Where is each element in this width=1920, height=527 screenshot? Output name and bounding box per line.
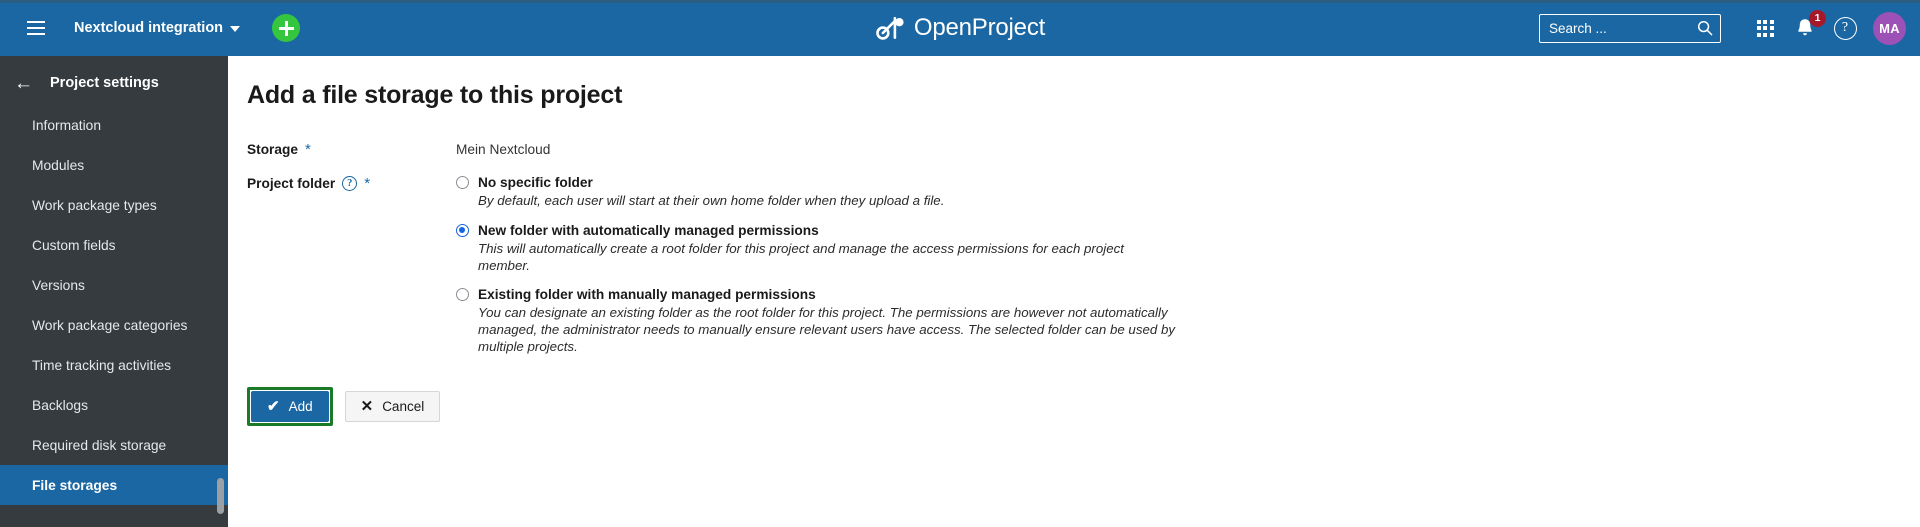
header-left-group: Nextcloud integration <box>0 0 301 56</box>
sidebar-menu: Information Modules Work package types Cust… <box>0 105 228 505</box>
top-header: Nextcloud integration OpenProject Search… <box>0 0 1920 56</box>
question-mark-circle-icon[interactable]: ? <box>342 176 358 191</box>
sidebar-item-label: Modules <box>32 157 85 173</box>
arrow-left-icon[interactable]: ← <box>14 74 33 93</box>
sidebar-item-modules[interactable]: Modules <box>0 145 228 185</box>
radio-option[interactable]: Existing folder with manually managed pe… <box>456 287 1178 355</box>
radio-option[interactable]: New folder with automatically managed pe… <box>456 223 1178 275</box>
question-mark-icon: ? <box>1833 16 1857 40</box>
submit-focus-ring: ✔ Add <box>247 386 333 426</box>
sidebar-item-backlogs[interactable]: Backlogs <box>0 385 228 425</box>
hamburger-bar <box>27 33 45 35</box>
sidebar-item-versions[interactable]: Versions <box>0 265 228 305</box>
openproject-logo-icon <box>876 16 904 40</box>
project-selector-label: Nextcloud integration <box>74 20 224 36</box>
sidebar-item-work-package-types[interactable]: Work package types <box>0 185 228 225</box>
page-title: Add a file storage to this project <box>247 81 623 109</box>
header-right-group: 1 ? MA <box>1539 0 1906 56</box>
modules-grid-button[interactable] <box>1745 0 1785 56</box>
radio-description: By default, each user will start at thei… <box>478 193 945 208</box>
storage-label-group: Storage * <box>228 141 456 157</box>
cancel-button-label: Cancel <box>382 398 425 414</box>
sidebar-item-label: Required disk storage <box>32 437 167 453</box>
sidebar-item-work-package-categories[interactable]: Work package categories <box>0 305 228 345</box>
openproject-logo[interactable]: OpenProject <box>875 0 1045 56</box>
close-x-icon: ✕ <box>360 397 374 415</box>
storage-value: Mein Nextcloud <box>456 142 551 157</box>
sidebar-item-label: Backlogs <box>32 397 88 413</box>
radio-description: This will automatically create a root fo… <box>478 240 1124 273</box>
radio-line[interactable]: New folder with automatically managed pe… <box>456 223 1178 238</box>
cancel-button[interactable]: ✕ Cancel <box>344 390 441 422</box>
sidebar-item-label: Time tracking activities <box>32 357 172 373</box>
sidebar-item-label: File storages <box>32 477 118 493</box>
sidebar: ← Project settings Information Modules Wor… <box>0 56 228 527</box>
plus-icon <box>278 20 294 36</box>
notification-badge: 1 <box>1809 10 1826 27</box>
sidebar-item-information[interactable]: Information <box>0 105 228 145</box>
add-button-label: Add <box>288 398 313 414</box>
sidebar-header: ← Project settings <box>0 61 228 105</box>
hamburger-menu-icon[interactable] <box>14 6 58 50</box>
sidebar-item-file-storages[interactable]: File storages <box>0 465 228 505</box>
required-marker: * <box>304 141 311 158</box>
sidebar-item-time-tracking-activities[interactable]: Time tracking activities <box>0 345 228 385</box>
project-folder-row: Project folder ? * No specific folder By … <box>228 175 1920 356</box>
sidebar-scrollbar[interactable] <box>217 478 224 514</box>
sidebar-item-label: Custom fields <box>32 237 116 253</box>
radio-label: New folder with automatically managed pe… <box>478 222 819 238</box>
radio-button[interactable] <box>456 176 469 189</box>
sidebar-title: Project settings <box>50 75 159 91</box>
sidebar-item-required-disk-storage[interactable]: Required disk storage <box>0 425 228 465</box>
help-button[interactable]: ? <box>1825 0 1865 56</box>
sidebar-item-label: Work package types <box>32 197 157 213</box>
radio-label: Existing folder with manually managed pe… <box>478 287 816 303</box>
check-icon: ✔ <box>267 397 280 415</box>
storage-row: Storage * Mein Nextcloud <box>228 141 1920 157</box>
hamburger-bar <box>27 27 45 29</box>
add-button[interactable]: ✔ Add <box>251 390 329 422</box>
bell-icon: 1 <box>1793 10 1826 40</box>
chevron-down-icon <box>230 26 241 32</box>
radio-button[interactable] <box>456 288 469 302</box>
notifications-button[interactable]: 1 <box>1785 0 1826 56</box>
brand-name: OpenProject <box>913 14 1046 41</box>
user-avatar[interactable]: MA <box>1873 11 1906 45</box>
radio-line[interactable]: Existing folder with manually managed pe… <box>456 287 1178 302</box>
main-content: Add a file storage to this project Stora… <box>228 56 1920 527</box>
search-icon[interactable] <box>1697 20 1713 36</box>
radio-description: You can designate an existing folder as … <box>478 305 1176 354</box>
sidebar-item-label: Information <box>32 117 102 133</box>
global-add-button[interactable] <box>272 14 301 42</box>
radio-line[interactable]: No specific folder <box>456 175 1178 190</box>
radio-option[interactable]: No specific folder By default, each user … <box>456 175 1178 210</box>
project-folder-label-group: Project folder ? * <box>228 175 456 191</box>
form-actions: ✔ Add ✕ Cancel <box>247 386 1920 426</box>
global-search[interactable] <box>1539 13 1721 43</box>
file-storage-form: Storage * Mein Nextcloud Project folder … <box>228 141 1920 426</box>
radio-button-selected[interactable] <box>456 223 469 237</box>
radio-label: No specific folder <box>478 175 593 190</box>
grid-apps-icon <box>1756 19 1774 37</box>
project-folder-label: Project folder <box>247 176 336 191</box>
search-input[interactable] <box>1549 20 1697 36</box>
storage-label: Storage <box>247 142 298 157</box>
hamburger-bar <box>27 21 45 23</box>
project-folder-radio-group: No specific folder By default, each user … <box>456 175 1178 356</box>
project-selector[interactable]: Nextcloud integration <box>58 0 250 56</box>
sidebar-item-label: Work package categories <box>32 317 188 333</box>
required-marker: * <box>364 175 371 192</box>
sidebar-item-label: Versions <box>32 277 85 293</box>
sidebar-item-custom-fields[interactable]: Custom fields <box>0 225 228 265</box>
